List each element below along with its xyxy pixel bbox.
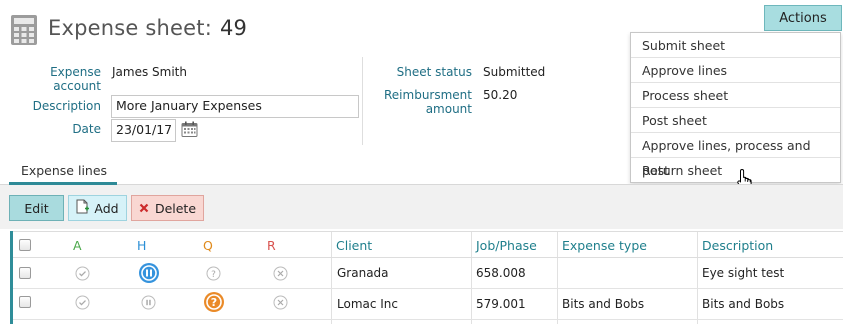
- calendar-icon[interactable]: [181, 121, 198, 141]
- row-job-phase: 658.008: [476, 266, 526, 280]
- column-header-a[interactable]: A: [73, 232, 82, 259]
- sheet-status-value: Submitted: [483, 65, 546, 79]
- reimbursment-label-line1: Reimbursment: [384, 88, 472, 102]
- page-title-text: Expense sheet:: [48, 16, 212, 40]
- delete-button[interactable]: Delete: [131, 195, 204, 221]
- date-label: Date: [72, 122, 101, 136]
- x-circle-icon[interactable]: [273, 266, 288, 284]
- menu-item-approve-process-post[interactable]: Approve lines, process and post: [631, 133, 840, 178]
- row-description: Eye sight test: [702, 266, 785, 280]
- expense-account-label-line2: account: [53, 79, 101, 93]
- svg-text:?: ?: [211, 296, 217, 309]
- page-title: Expense sheet: 49: [48, 16, 247, 40]
- expense-account-label: Expense account: [20, 65, 101, 93]
- check-circle-icon[interactable]: [75, 295, 90, 313]
- reimbursment-label-line2: amount: [425, 102, 472, 116]
- row-description: Bits and Bobs: [702, 297, 785, 311]
- form-column-divider: [362, 57, 363, 145]
- column-header-client[interactable]: Client: [336, 232, 372, 259]
- table-row[interactable]: ? Granada 658.008 Eye sight test: [13, 258, 843, 289]
- menu-item-submit-sheet[interactable]: Submit sheet: [631, 33, 840, 58]
- question-circle-icon[interactable]: ?: [206, 266, 221, 284]
- column-header-r[interactable]: R: [267, 232, 276, 259]
- pause-circle-icon[interactable]: [141, 295, 156, 313]
- check-circle-icon[interactable]: [75, 266, 90, 284]
- sheet-number: 49: [220, 16, 248, 40]
- svg-text:?: ?: [211, 270, 216, 280]
- pause-circle-icon[interactable]: [138, 262, 160, 287]
- description-label: Description: [32, 99, 101, 113]
- menu-item-approve-lines[interactable]: Approve lines: [631, 58, 840, 83]
- add-document-icon: [76, 199, 90, 217]
- delete-button-label: Delete: [154, 200, 197, 216]
- add-button-label: Add: [94, 200, 119, 216]
- expense-account-value: James Smith: [112, 65, 187, 79]
- description-field[interactable]: More January Expenses: [111, 95, 359, 118]
- reimbursment-label: Reimbursment amount: [372, 88, 472, 116]
- menu-item-post-sheet[interactable]: Post sheet: [631, 108, 840, 133]
- add-button[interactable]: Add: [68, 195, 127, 221]
- question-circle-icon[interactable]: ?: [203, 291, 225, 316]
- row-expense-type: Bits and Bobs: [562, 297, 645, 311]
- row-client: Granada: [337, 266, 389, 280]
- row-client: Lomac Inc: [337, 297, 399, 311]
- column-header-job-phase[interactable]: Job/Phase: [476, 232, 537, 259]
- delete-x-icon: [139, 201, 149, 216]
- reimbursment-value: 50.20: [483, 88, 518, 102]
- column-header-q[interactable]: Q: [203, 232, 213, 259]
- date-field[interactable]: 23/01/17: [111, 119, 176, 142]
- row-checkbox[interactable]: [19, 296, 31, 308]
- actions-menu: Submit sheet Approve lines Process sheet…: [630, 32, 841, 183]
- row-checkbox[interactable]: [19, 267, 31, 279]
- x-circle-icon[interactable]: [273, 295, 288, 313]
- menu-item-process-sheet[interactable]: Process sheet: [631, 83, 840, 108]
- select-all-checkbox[interactable]: [19, 239, 31, 251]
- sheet-status-label: Sheet status: [396, 65, 472, 79]
- edit-button-label: Edit: [24, 200, 49, 216]
- row-job-phase: 579.001: [476, 297, 526, 311]
- column-header-expense-type[interactable]: Expense type: [562, 232, 647, 259]
- actions-button[interactable]: Actions: [764, 5, 842, 31]
- column-header-h[interactable]: H: [137, 232, 146, 259]
- edit-button[interactable]: Edit: [9, 195, 64, 221]
- calculator-icon: [10, 14, 38, 46]
- expense-account-label-line1: Expense: [50, 65, 101, 79]
- table-header-row: A H Q R Client Job/Phase Expense type De…: [13, 231, 843, 258]
- table-row[interactable]: ? Lomac Inc 579.001 Bits and Bobs Bits a…: [13, 289, 843, 320]
- column-header-description[interactable]: Description: [702, 232, 773, 259]
